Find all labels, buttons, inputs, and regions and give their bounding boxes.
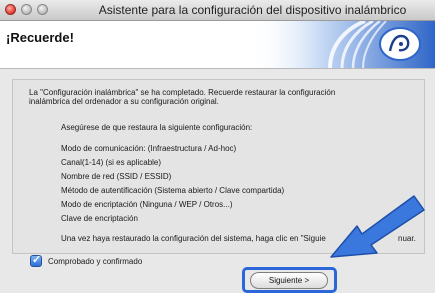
footer-text: Una vez haya restaurado la configuración… bbox=[61, 234, 326, 243]
setting-item: Nombre de red (SSID / ESSID) bbox=[61, 172, 172, 181]
wizard-window: Asistente para la configuración del disp… bbox=[0, 0, 435, 293]
wizard-header: ¡Recuerde! bbox=[0, 21, 435, 68]
setting-item: Modo de encriptación (Ninguna / WEP / Ot… bbox=[61, 200, 233, 209]
next-button[interactable]: Siguiente > bbox=[250, 272, 328, 289]
title-bar: Asistente para la configuración del disp… bbox=[0, 0, 435, 21]
zoom-window-button[interactable] bbox=[37, 4, 48, 15]
minimize-window-button[interactable] bbox=[21, 4, 32, 15]
intro-line-2: inalámbrica del ordenador a su configura… bbox=[29, 97, 219, 106]
page-title: ¡Recuerde! bbox=[6, 30, 74, 45]
setting-item: Canal(1-14) (si es aplicable) bbox=[61, 158, 162, 167]
confirm-checkbox[interactable]: ✓ bbox=[30, 254, 42, 267]
header-divider bbox=[0, 68, 435, 69]
footer-text-tail: nuar. bbox=[398, 234, 416, 243]
close-window-button[interactable] bbox=[5, 4, 16, 15]
setting-item: Clave de encriptación bbox=[61, 214, 138, 223]
checkmark-icon: ✓ bbox=[32, 254, 42, 266]
confirm-checkbox-label[interactable]: Comprobado y confirmado bbox=[48, 257, 142, 266]
window-title: Asistente para la configuración del disp… bbox=[98, 3, 407, 17]
setting-item: Método de autentificación (Sistema abier… bbox=[61, 186, 285, 195]
setting-item: Modo de comunicación: (Infraestructura /… bbox=[61, 144, 237, 153]
intro-line-1: La "Configuración inalámbrica" se ha com… bbox=[29, 88, 336, 97]
ensure-text: Asegúrese de que restaura la siguiente c… bbox=[61, 123, 253, 132]
